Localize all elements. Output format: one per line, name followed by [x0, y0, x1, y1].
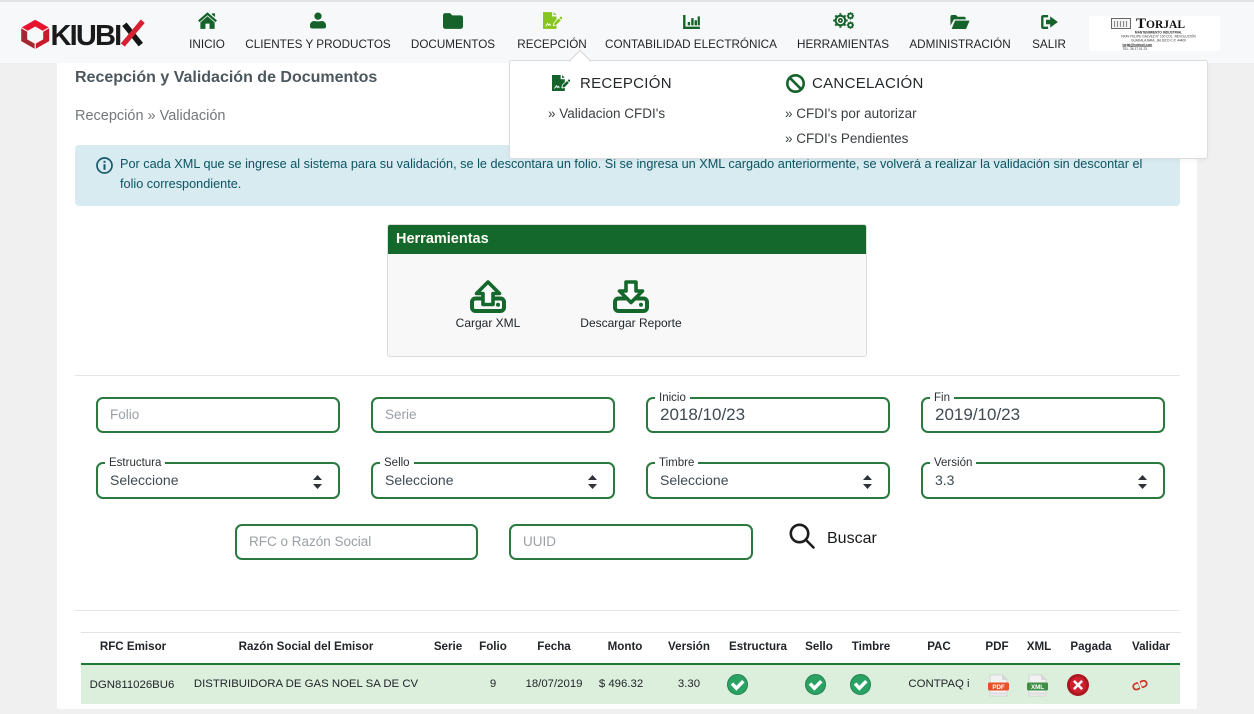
svg-text:KIUBI: KIUBI: [51, 20, 122, 49]
svg-text:PDF: PDF: [992, 684, 1005, 691]
svg-text:XML: XML: [1031, 684, 1044, 691]
